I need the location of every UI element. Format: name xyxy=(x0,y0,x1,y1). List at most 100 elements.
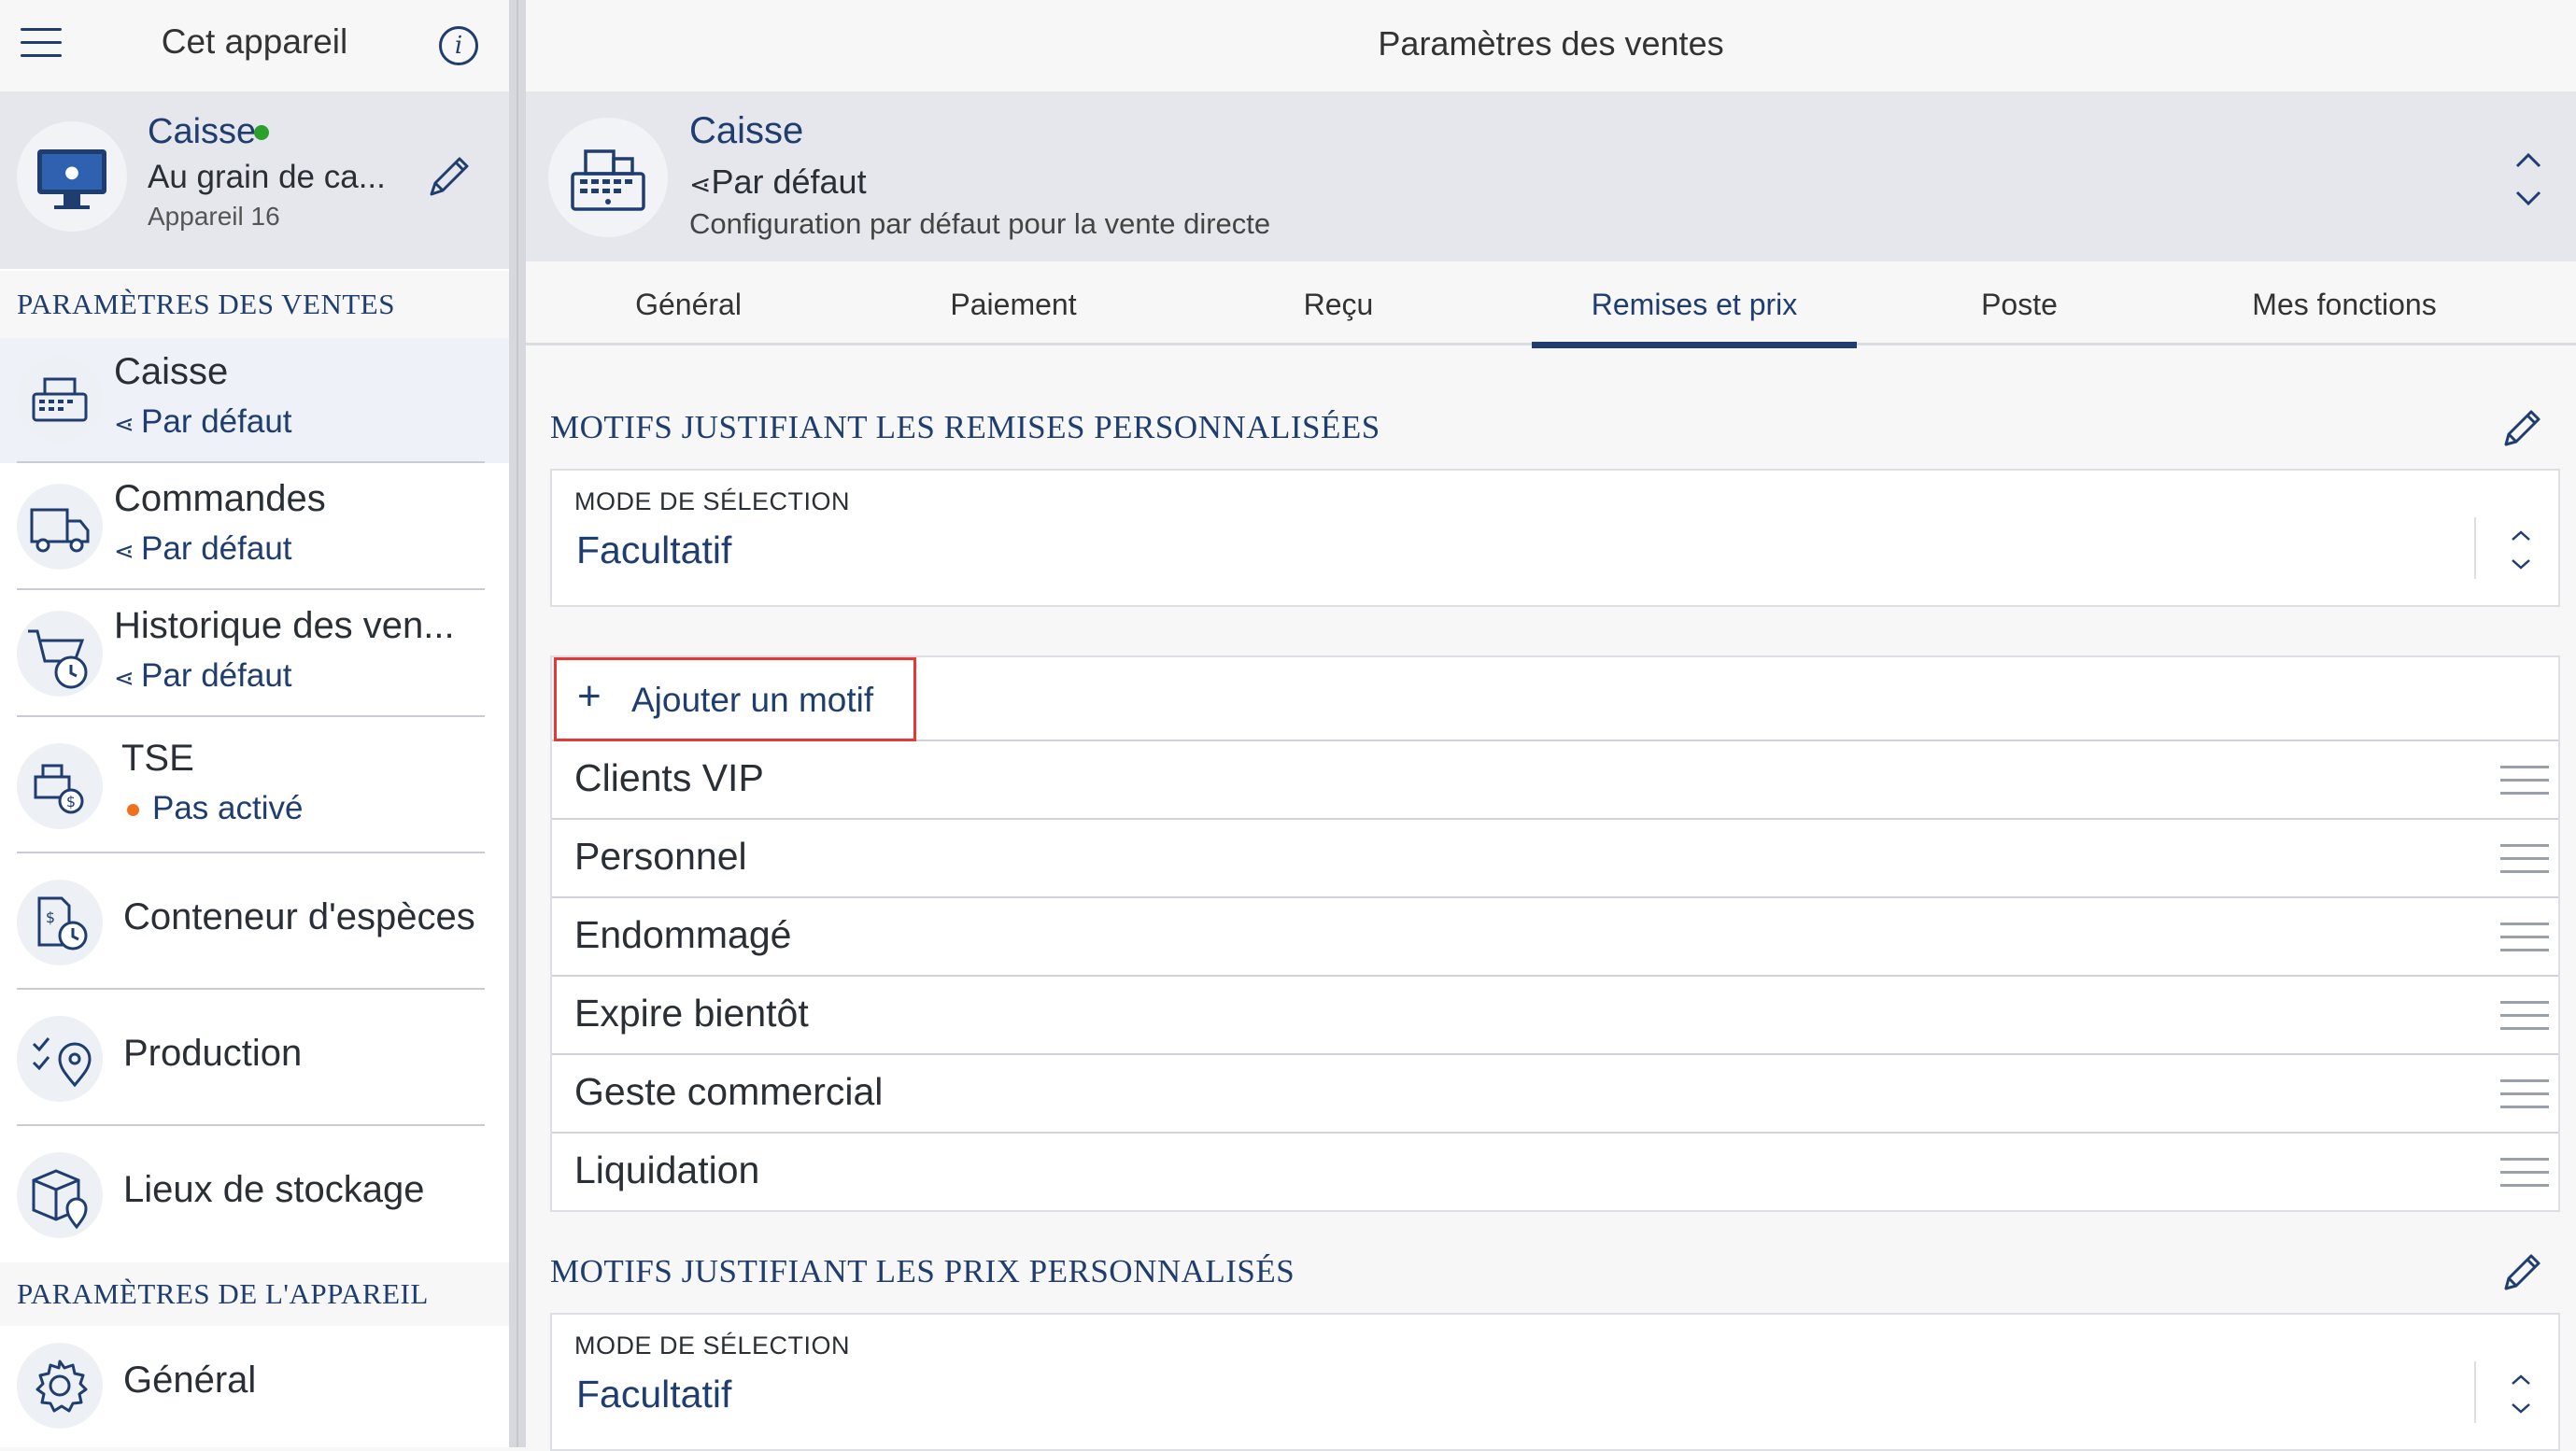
svg-text:$: $ xyxy=(66,793,76,810)
config-name: Caisse xyxy=(689,110,804,151)
pane-splitter[interactable] xyxy=(509,0,526,1447)
pencil-icon[interactable] xyxy=(2498,403,2547,452)
tab-paiement[interactable]: Paiement xyxy=(851,261,1176,345)
sidebar-item-label: Conteneur d'espèces xyxy=(123,896,475,937)
list-item[interactable]: Clients VIP xyxy=(552,741,2558,820)
drag-handle-icon[interactable] xyxy=(2500,923,2549,954)
discount-reasons-list: + Ajouter un motif Clients VIP Personnel… xyxy=(550,655,2560,1212)
share-icon: ⋖ xyxy=(114,410,142,438)
sidebar-item-label: Lieux de stockage xyxy=(123,1169,425,1210)
reason-label: Expire bientôt xyxy=(574,992,809,1035)
config-description: Configuration par défaut pour la vente d… xyxy=(689,207,1271,240)
tab-mes-fonctions[interactable]: Mes fonctions xyxy=(2182,261,2507,345)
select-label: MODE DE SÉLECTION xyxy=(574,1331,851,1359)
sidebar-item-conteneur[interactable]: $ Conteneur d'espèces xyxy=(0,853,509,990)
add-reason-label: Ajouter un motif xyxy=(631,681,874,719)
share-icon: ⋖ xyxy=(689,170,712,199)
sidebar-item-commandes[interactable]: Commandes ⋖ Par défaut xyxy=(0,463,509,590)
sidebar-item-sub: Pas activé xyxy=(127,790,303,827)
chevron-up-down-icon[interactable] xyxy=(2508,144,2549,215)
device-settings-heading: PARAMÈTRES DE L'APPAREIL xyxy=(0,1262,509,1326)
delivery-truck-icon xyxy=(17,484,103,570)
chevron-up-down-icon[interactable] xyxy=(2507,527,2535,573)
sidebar-title: Cet appareil xyxy=(161,22,348,61)
share-icon: ⋖ xyxy=(114,537,142,565)
tab-general[interactable]: Général xyxy=(526,261,851,345)
online-status-dot xyxy=(254,125,269,140)
add-reason-row: + Ajouter un motif xyxy=(552,657,2558,741)
price-reasons-title: MOTIFS JUSTIFIANT LES PRIX PERSONNALISÉS xyxy=(550,1253,1295,1289)
sidebar-item-label: Historique des ven... xyxy=(114,605,455,646)
checklist-location-icon xyxy=(17,1016,103,1102)
device-card[interactable]: ● Caisse Au grain de ca... Appareil 16 xyxy=(0,92,509,269)
select-label: MODE DE SÉLECTION xyxy=(574,487,851,515)
sidebar-item-sub: ⋖ Par défaut xyxy=(114,657,292,694)
cash-register-icon xyxy=(17,357,103,443)
cart-history-icon xyxy=(17,611,103,697)
sidebar-item-label: TSE xyxy=(121,738,194,779)
cash-register-icon xyxy=(548,118,668,237)
sidebar-item-label: Commandes xyxy=(114,478,326,519)
tab-remises-et-prix[interactable]: Remises et prix xyxy=(1532,261,1857,348)
reason-label: Liquidation xyxy=(574,1148,760,1191)
select-value: Facultatif xyxy=(576,1373,732,1416)
discount-selection-mode[interactable]: MODE DE SÉLECTION Facultatif xyxy=(550,469,2560,607)
tab-bar: Général Paiement Reçu Remises et prix Po… xyxy=(526,261,2576,348)
discount-reasons-title: MOTIFS JUSTIFIANT LES REMISES PERSONNALI… xyxy=(550,409,1380,445)
computer-icon: ● xyxy=(17,121,127,232)
sidebar-item-stockage[interactable]: Lieux de stockage xyxy=(0,1126,509,1262)
add-reason-button[interactable]: + Ajouter un motif xyxy=(554,657,916,741)
sidebar-item-sub: ⋖ Par défaut xyxy=(114,403,292,440)
sidebar-item-label: Production xyxy=(123,1033,303,1074)
sidebar-item-label: Général xyxy=(123,1359,257,1401)
device-name: Caisse xyxy=(148,112,257,151)
price-selection-mode[interactable]: MODE DE SÉLECTION Facultatif xyxy=(550,1313,2560,1451)
select-value: Facultatif xyxy=(576,528,732,571)
drag-handle-icon[interactable] xyxy=(2500,766,2549,797)
main-panel: Paramètres des ventes Caisse ⋖Par défaut… xyxy=(526,0,2576,1451)
list-item[interactable]: Expire bientôt xyxy=(552,977,2558,1055)
reason-label: Personnel xyxy=(574,835,747,878)
info-icon[interactable]: i xyxy=(439,26,478,65)
tab-poste[interactable]: Poste xyxy=(1857,261,2182,345)
config-card[interactable]: Caisse ⋖Par défaut Configuration par déf… xyxy=(526,92,2576,261)
drag-handle-icon[interactable] xyxy=(2500,1001,2549,1033)
list-item[interactable]: Liquidation xyxy=(552,1134,2558,1212)
list-item[interactable]: Endommagé xyxy=(552,898,2558,977)
reason-label: Clients VIP xyxy=(574,756,764,799)
sidebar-item-caisse[interactable]: Caisse ⋖ Par défaut xyxy=(0,338,509,463)
list-item[interactable]: Personnel xyxy=(552,820,2558,898)
main-header: Paramètres des ventes xyxy=(526,0,2576,92)
cash-container-icon: $ xyxy=(17,880,103,965)
plus-icon: + xyxy=(577,673,602,719)
drag-handle-icon[interactable] xyxy=(2500,1079,2549,1111)
drag-handle-icon[interactable] xyxy=(2500,1158,2549,1190)
svg-text:$: $ xyxy=(46,909,55,926)
pencil-icon[interactable] xyxy=(2498,1247,2547,1296)
device-subtitle: Au grain de ca... xyxy=(148,159,386,195)
page-title: Paramètres des ventes xyxy=(1378,24,1724,63)
sidebar-item-historique[interactable]: Historique des ven... ⋖ Par défaut xyxy=(0,590,509,717)
pencil-icon[interactable] xyxy=(420,149,476,205)
svg-text:●: ● xyxy=(64,162,79,182)
share-icon: ⋖ xyxy=(114,664,142,692)
sidebar-item-general[interactable]: Général xyxy=(0,1326,509,1447)
sidebar-item-label: Caisse xyxy=(114,351,229,392)
reason-label: Endommagé xyxy=(574,913,792,956)
storage-box-icon xyxy=(17,1152,103,1238)
reason-label: Geste commercial xyxy=(574,1070,884,1113)
sales-settings-heading: PARAMÈTRES DES VENTES xyxy=(0,271,509,338)
chevron-up-down-icon[interactable] xyxy=(2507,1371,2535,1417)
inactive-status-dot xyxy=(127,804,139,817)
gear-icon xyxy=(17,1343,103,1429)
device-number: Appareil 16 xyxy=(148,202,280,231)
drag-handle-icon[interactable] xyxy=(2500,844,2549,876)
config-mode: ⋖Par défaut xyxy=(689,162,867,201)
sidebar-item-sub: ⋖ Par défaut xyxy=(114,530,292,567)
sidebar-header: Cet appareil i xyxy=(0,0,509,92)
list-item[interactable]: Geste commercial xyxy=(552,1055,2558,1134)
sidebar: Cet appareil i ● Caisse Au grain de ca..… xyxy=(0,0,509,1447)
sidebar-item-production[interactable]: Production xyxy=(0,990,509,1126)
sidebar-item-tse[interactable]: $ TSE Pas activé xyxy=(0,717,509,853)
tab-recu[interactable]: Reçu xyxy=(1176,261,1501,345)
